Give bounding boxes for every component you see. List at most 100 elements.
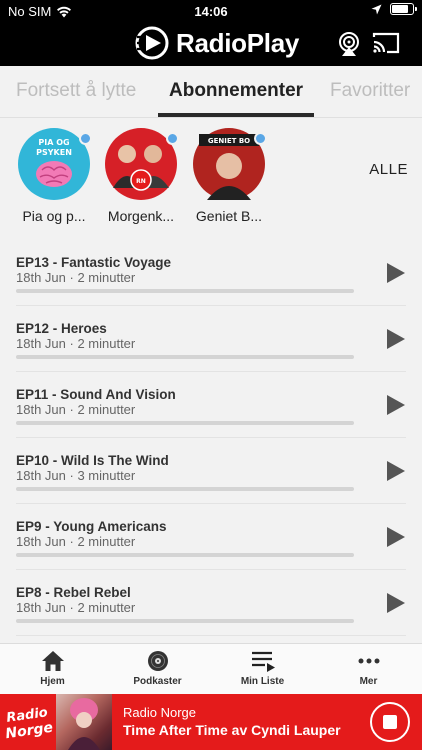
episode-row[interactable]: EP10 - Wild Is The Wind 18th Jun · 3 min… — [16, 438, 406, 504]
clock: 14:06 — [194, 4, 228, 19]
episode-progress-bar — [16, 553, 354, 557]
episode-progress-bar — [16, 421, 354, 425]
nav-podcasts[interactable]: Podkaster — [105, 650, 210, 687]
subscription-item[interactable]: GENIET BO Geniet B... — [191, 128, 267, 224]
home-icon — [41, 651, 64, 671]
svg-text:PSYKEN: PSYKEN — [36, 148, 72, 157]
status-bar: No SIM 14:06 — [0, 0, 422, 22]
subscriptions-row: PIA OG PSYKEN Pia og p... RN Morgenk... … — [0, 120, 422, 230]
play-icon[interactable] — [384, 526, 406, 548]
see-all-button[interactable]: ALLE — [369, 161, 408, 178]
play-icon[interactable] — [384, 460, 406, 482]
play-icon[interactable] — [384, 328, 406, 350]
artist-artwork — [68, 698, 100, 750]
tab-bar: Fortsett å lytte Abonnementer Favoritter — [0, 66, 422, 118]
subscription-label: Morgenk... — [107, 208, 175, 224]
episode-title: EP11 - Sound And Vision — [16, 387, 176, 402]
brand-logo: RadioPlay — [134, 25, 299, 61]
app-root: No SIM 14:06 RadioPlay Fortsett å lytte … — [0, 0, 422, 750]
station-logo: Radio Norge — [0, 694, 56, 750]
podcast-artwork: PIA OG PSYKEN — [18, 128, 92, 200]
episode-row[interactable]: EP13 - Fantastic Voyage 18th Jun · 2 min… — [16, 240, 406, 306]
airplay-audio-icon[interactable] — [336, 31, 362, 57]
episode-title: EP10 - Wild Is The Wind — [16, 453, 169, 468]
nav-label: Podkaster — [133, 676, 182, 687]
svg-text:RN: RN — [136, 178, 146, 185]
nav-my-list[interactable]: Min Liste — [210, 650, 315, 687]
play-icon[interactable] — [384, 262, 406, 284]
vinyl-icon — [147, 651, 168, 671]
playlist-icon — [251, 651, 275, 672]
episode-row[interactable]: EP11 - Sound And Vision 18th Jun · 2 min… — [16, 372, 406, 438]
episode-meta: 18th Jun · 2 minutter — [16, 600, 136, 615]
episode-date: 18th Jun — [16, 468, 66, 483]
battery-level — [392, 5, 409, 13]
episode-duration: 2 minutter — [77, 600, 136, 615]
subscription-label: Pia og p... — [22, 208, 86, 224]
subscription-item[interactable]: PIA OG PSYKEN Pia og p... — [16, 128, 92, 224]
episode-meta: 18th Jun · 2 minutter — [16, 270, 136, 285]
episode-duration: 2 minutter — [77, 402, 136, 417]
tab-favorites[interactable]: Favoritter — [330, 80, 410, 102]
nav-label: Min Liste — [240, 676, 285, 687]
play-icon[interactable] — [384, 592, 406, 614]
episode-meta: 18th Jun · 2 minutter — [16, 402, 136, 417]
svg-text:PIA OG: PIA OG — [38, 138, 69, 147]
episode-progress-bar — [16, 619, 354, 623]
episode-title: EP13 - Fantastic Voyage — [16, 255, 172, 270]
new-episode-badge — [79, 132, 92, 145]
radioplay-logo-icon — [135, 26, 169, 60]
episode-duration: 3 minutter — [77, 468, 136, 483]
subscription-item[interactable]: RN Morgenk... — [103, 128, 179, 224]
stop-icon — [383, 715, 397, 729]
episode-row[interactable]: EP9 - Young Americans 18th Jun · 2 minut… — [16, 504, 406, 570]
episode-meta: 18th Jun · 3 minutter — [16, 468, 136, 483]
top-bar: No SIM 14:06 RadioPlay — [0, 0, 422, 66]
stop-button[interactable] — [370, 702, 410, 742]
episode-title: EP9 - Young Americans — [16, 519, 167, 534]
subscription-label: Geniet B... — [195, 208, 263, 224]
nav-more[interactable]: Mer — [316, 650, 421, 687]
status-right — [371, 3, 417, 15]
podcast-artwork: RN — [105, 128, 179, 200]
episode-duration: 2 minutter — [77, 270, 136, 285]
episode-row[interactable]: EP12 - Heroes 18th Jun · 2 minutter — [16, 306, 406, 372]
cast-icon[interactable] — [372, 31, 400, 55]
tab-continue-listening[interactable]: Fortsett å lytte — [16, 80, 136, 102]
battery-icon — [390, 3, 417, 15]
location-arrow-icon — [371, 4, 382, 14]
play-icon[interactable] — [384, 394, 406, 416]
episode-date: 18th Jun — [16, 600, 66, 615]
episode-progress-bar — [16, 355, 354, 359]
now-playing-bar[interactable]: Radio Norge Radio Norge Time After Time … — [0, 694, 422, 750]
brand-name: RadioPlay — [176, 27, 300, 58]
episode-date: 18th Jun — [16, 336, 66, 351]
new-episode-badge — [254, 132, 267, 145]
episode-date: 18th Jun — [16, 270, 66, 285]
new-episode-badge — [166, 132, 179, 145]
nav-home[interactable]: Hjem — [0, 650, 105, 687]
episode-row[interactable]: EP8 - Rebel Rebel 18th Jun · 2 minutter — [16, 570, 406, 636]
more-icon — [358, 658, 379, 664]
podcast-artwork: GENIET BO — [193, 128, 267, 200]
nav-label: Mer — [359, 676, 378, 687]
episode-title: EP8 - Rebel Rebel — [16, 585, 131, 600]
episode-date: 18th Jun — [16, 402, 66, 417]
tab-subscriptions[interactable]: Abonnementer — [169, 80, 303, 102]
episode-progress-bar — [16, 487, 354, 491]
station-name: Radio Norge — [123, 705, 196, 720]
episode-meta: 18th Jun · 2 minutter — [16, 336, 136, 351]
episode-meta: 18th Jun · 2 minutter — [16, 534, 136, 549]
radio-norge-logo: Radio Norge — [4, 705, 54, 742]
track-artwork — [56, 694, 112, 750]
nav-label: Hjem — [40, 676, 65, 687]
episode-list: EP13 - Fantastic Voyage 18th Jun · 2 min… — [0, 240, 422, 636]
episode-title: EP12 - Heroes — [16, 321, 107, 336]
episode-duration: 2 minutter — [77, 534, 136, 549]
episode-progress-bar — [16, 289, 354, 293]
active-tab-indicator — [158, 113, 314, 117]
episode-duration: 2 minutter — [77, 336, 136, 351]
episode-date: 18th Jun — [16, 534, 66, 549]
svg-text:GENIET BO: GENIET BO — [208, 137, 250, 145]
bottom-navigation: Hjem Podkaster Min Liste Mer — [0, 643, 422, 694]
